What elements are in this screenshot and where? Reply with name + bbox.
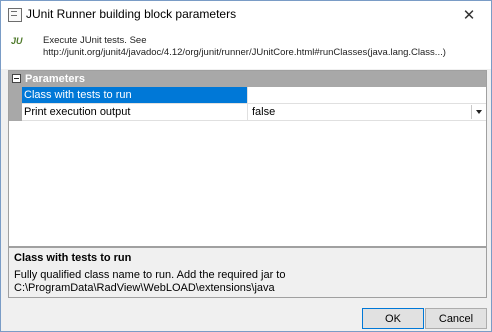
dialog-window: JUnit Runner building block parameters ✕… (0, 0, 492, 332)
help-description: Fully qualified class name to run. Add t… (14, 269, 286, 281)
chevron-down-icon[interactable] (471, 105, 485, 119)
description-url: http://junit.org/junit4/javadoc/4.12/org… (43, 47, 446, 58)
property-grid: Parameters Class with tests to run Print… (8, 70, 487, 247)
close-button[interactable]: ✕ (447, 1, 491, 29)
help-path: C:\ProgramData\RadView\WebLOAD\extension… (14, 282, 275, 294)
property-row-class-with-tests[interactable]: Class with tests to run (9, 87, 486, 104)
window-title: JUnit Runner building block parameters (26, 7, 237, 21)
ok-button[interactable]: OK (362, 308, 424, 329)
property-value-input[interactable] (250, 87, 486, 103)
property-row-print-execution-output[interactable]: Print execution output false (9, 104, 486, 121)
property-name[interactable]: Print execution output (22, 104, 248, 120)
junit-logo-icon: JU (11, 36, 23, 46)
description-line-1: Execute JUnit tests. See (43, 35, 147, 46)
title-bar: JUnit Runner building block parameters ✕ (1, 1, 491, 29)
group-header-parameters[interactable]: Parameters (9, 71, 486, 87)
property-value-select[interactable]: false (250, 104, 486, 120)
window-icon (8, 8, 22, 22)
help-title: Class with tests to run (14, 252, 132, 264)
row-gutter (9, 104, 22, 121)
row-gutter (9, 87, 22, 104)
help-panel: Class with tests to run Fully qualified … (8, 247, 487, 298)
property-name[interactable]: Class with tests to run (22, 87, 248, 103)
group-label: Parameters (25, 73, 85, 85)
header-panel: JU Execute JUnit tests. See http://junit… (1, 29, 491, 69)
cancel-button[interactable]: Cancel (425, 308, 487, 329)
logo-letter-u: U (16, 36, 23, 46)
collapse-icon[interactable] (12, 74, 21, 83)
